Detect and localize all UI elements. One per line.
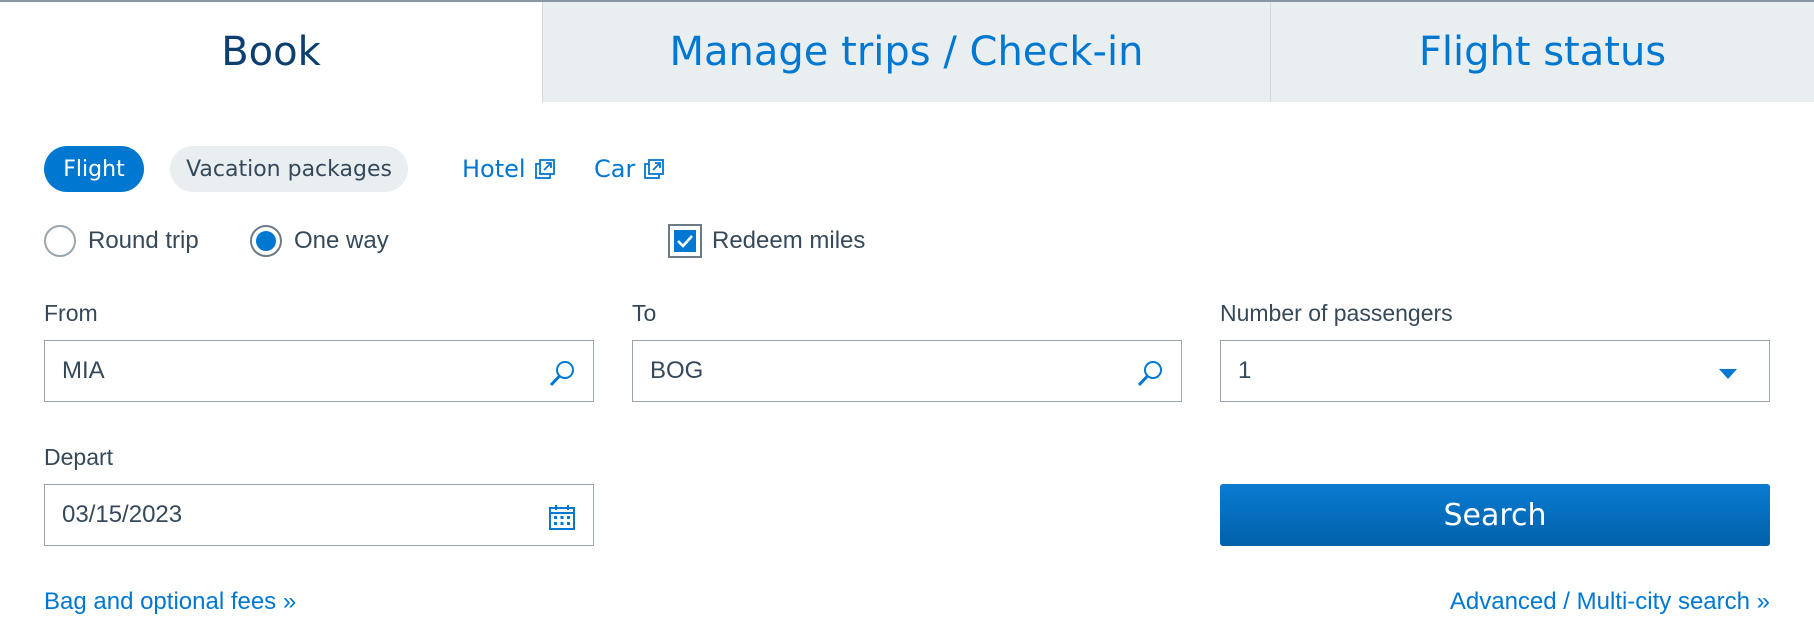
redeem-miles-option[interactable]: Redeem miles (668, 222, 865, 260)
checkmark-icon (677, 235, 693, 248)
calendar-icon[interactable] (547, 502, 577, 532)
flight-pill-button[interactable]: Flight (44, 146, 144, 192)
car-link-label: Car (594, 155, 636, 183)
round-trip-radio[interactable] (44, 225, 76, 257)
vacation-packages-pill-button[interactable]: Vacation packages (170, 146, 408, 192)
one-way-label: One way (294, 227, 389, 254)
tab-manage-trips[interactable]: Manage trips / Check-in (542, 2, 1270, 102)
tab-book-label: Book (221, 29, 321, 75)
from-label: From (44, 300, 98, 326)
to-label: To (632, 300, 657, 326)
search-icon[interactable] (547, 358, 577, 388)
hotel-link-label: Hotel (462, 155, 526, 183)
external-link-icon (534, 159, 555, 179)
flight-pill-label: Flight (63, 156, 125, 182)
redeem-miles-checkbox[interactable] (668, 224, 702, 258)
external-link-icon (644, 159, 665, 179)
from-value: MIA (62, 357, 105, 384)
search-button-label: Search (1443, 497, 1547, 533)
one-way-option[interactable]: One way (250, 222, 389, 260)
bag-fees-link[interactable]: Bag and optional fees » (44, 588, 296, 616)
search-icon[interactable] (1135, 358, 1165, 388)
checkbox-checked-fill (674, 230, 696, 252)
passengers-select[interactable]: 1 (1220, 340, 1770, 402)
depart-value: 03/15/2023 (62, 501, 183, 528)
to-value: BOG (650, 357, 704, 384)
round-trip-label: Round trip (88, 227, 199, 254)
tab-flight-status[interactable]: Flight status (1270, 2, 1814, 102)
car-link[interactable]: Car (594, 152, 665, 186)
depart-label: Depart (44, 444, 114, 470)
tab-flight-status-label: Flight status (1418, 29, 1667, 75)
passengers-label: Number of passengers (1220, 300, 1453, 326)
advanced-search-link[interactable]: Advanced / Multi-city search » (1450, 588, 1770, 616)
caret-down-icon (1719, 369, 1737, 379)
hotel-link[interactable]: Hotel (462, 152, 556, 186)
vacation-packages-label: Vacation packages (186, 156, 392, 182)
to-input[interactable]: BOG (632, 340, 1182, 402)
tab-manage-trips-label: Manage trips / Check-in (669, 29, 1144, 75)
search-button[interactable]: Search (1220, 484, 1770, 546)
redeem-miles-label: Redeem miles (712, 227, 866, 254)
one-way-radio[interactable] (250, 225, 282, 257)
main-tabs: Book Manage trips / Check-in Flight stat… (0, 2, 1814, 102)
passengers-value: 1 (1238, 357, 1252, 384)
tab-book[interactable]: Book (0, 2, 542, 102)
round-trip-option[interactable]: Round trip (44, 222, 199, 260)
depart-input[interactable]: 03/15/2023 (44, 484, 594, 546)
from-input[interactable]: MIA (44, 340, 594, 402)
